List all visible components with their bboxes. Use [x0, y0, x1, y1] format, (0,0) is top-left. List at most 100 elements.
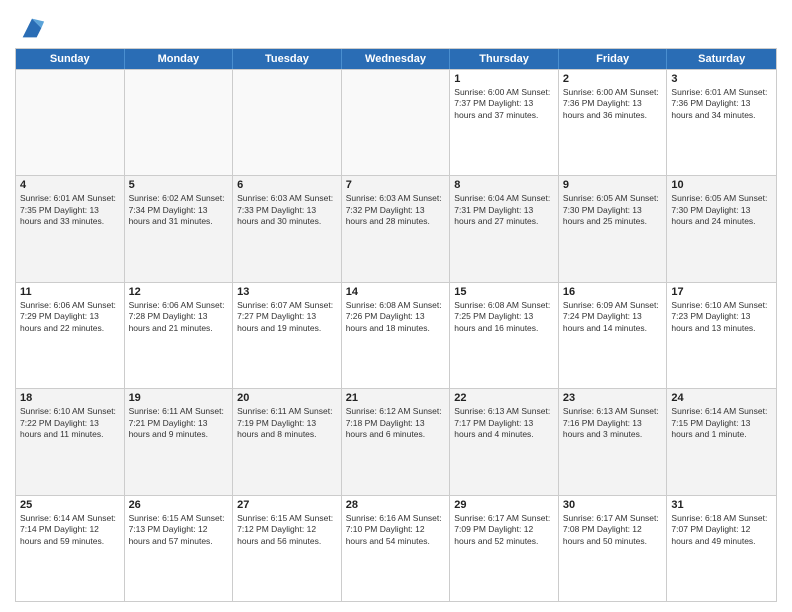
- day-number: 18: [20, 392, 120, 404]
- day-cell-3: 3 Sunrise: 6:01 AM Sunset: 7:36 PM Daylig…: [667, 70, 776, 175]
- day-cell-12: 12 Sunrise: 6:06 AM Sunset: 7:28 PM Dayli…: [125, 283, 234, 388]
- day-cell-8: 8 Sunrise: 6:04 AM Sunset: 7:31 PM Daylig…: [450, 176, 559, 281]
- day-number: 7: [346, 179, 446, 191]
- day-cell-26: 26 Sunrise: 6:15 AM Sunset: 7:13 PM Dayli…: [125, 496, 234, 601]
- calendar-week-5: 25 Sunrise: 6:14 AM Sunset: 7:14 PM Dayli…: [16, 495, 776, 601]
- empty-cell: [233, 70, 342, 175]
- calendar-week-3: 11Sunrise: 6:06 AM Sunset: 7:29 PM Dayli…: [16, 282, 776, 388]
- day-cell-15: 15 Sunrise: 6:08 AM Sunset: 7:25 PM Dayli…: [450, 283, 559, 388]
- day-number: 13: [237, 286, 337, 298]
- day-info: Sunrise: 6:13 AM Sunset: 7:17 PM Dayligh…: [454, 406, 554, 440]
- day-cell-17: 17 Sunrise: 6:10 AM Sunset: 7:23 PM Dayli…: [667, 283, 776, 388]
- day-cell-23: 23 Sunrise: 6:13 AM Sunset: 7:16 PM Dayli…: [559, 389, 668, 494]
- empty-cell: [342, 70, 451, 175]
- day-number: 26: [129, 499, 229, 511]
- day-cell-5: 5Sunrise: 6:02 AM Sunset: 7:34 PM Daylig…: [125, 176, 234, 281]
- day-cell-14: 14 Sunrise: 6:08 AM Sunset: 7:26 PM Dayli…: [342, 283, 451, 388]
- day-number: 16: [563, 286, 663, 298]
- calendar-week-2: 4 Sunrise: 6:01 AM Sunset: 7:35 PM Daylig…: [16, 175, 776, 281]
- day-number: 6: [237, 179, 337, 191]
- day-number: 1: [454, 73, 554, 85]
- day-info: Sunrise: 6:02 AM Sunset: 7:34 PM Dayligh…: [129, 193, 229, 227]
- calendar-week-1: 1 Sunrise: 6:00 AM Sunset: 7:37 PM Daylig…: [16, 69, 776, 175]
- header-monday: Monday: [125, 49, 234, 69]
- day-number: 15: [454, 286, 554, 298]
- empty-cell: [125, 70, 234, 175]
- day-info: Sunrise: 6:16 AM Sunset: 7:10 PM Dayligh…: [346, 513, 446, 547]
- day-cell-31: 31 Sunrise: 6:18 AM Sunset: 7:07 PM Dayli…: [667, 496, 776, 601]
- day-number: 12: [129, 286, 229, 298]
- day-cell-7: 7Sunrise: 6:03 AM Sunset: 7:32 PM Daylig…: [342, 176, 451, 281]
- day-info: Sunrise: 6:01 AM Sunset: 7:35 PM Dayligh…: [20, 193, 120, 227]
- day-number: 4: [20, 179, 120, 191]
- header: [15, 10, 777, 42]
- day-number: 31: [671, 499, 772, 511]
- day-cell-24: 24Sunrise: 6:14 AM Sunset: 7:15 PM Dayli…: [667, 389, 776, 494]
- day-number: 23: [563, 392, 663, 404]
- calendar-week-4: 18Sunrise: 6:10 AM Sunset: 7:22 PM Dayli…: [16, 388, 776, 494]
- day-info: Sunrise: 6:08 AM Sunset: 7:25 PM Dayligh…: [454, 300, 554, 334]
- day-number: 29: [454, 499, 554, 511]
- day-number: 14: [346, 286, 446, 298]
- day-number: 25: [20, 499, 120, 511]
- day-info: Sunrise: 6:12 AM Sunset: 7:18 PM Dayligh…: [346, 406, 446, 440]
- day-number: 22: [454, 392, 554, 404]
- day-cell-2: 2 Sunrise: 6:00 AM Sunset: 7:36 PM Daylig…: [559, 70, 668, 175]
- day-info: Sunrise: 6:17 AM Sunset: 7:08 PM Dayligh…: [563, 513, 663, 547]
- day-cell-13: 13 Sunrise: 6:07 AM Sunset: 7:27 PM Dayli…: [233, 283, 342, 388]
- logo-icon: [18, 14, 46, 42]
- day-number: 3: [671, 73, 772, 85]
- day-info: Sunrise: 6:06 AM Sunset: 7:29 PM Dayligh…: [20, 300, 120, 334]
- header-sunday: Sunday: [16, 49, 125, 69]
- day-cell-27: 27 Sunrise: 6:15 AM Sunset: 7:12 PM Dayli…: [233, 496, 342, 601]
- day-cell-18: 18Sunrise: 6:10 AM Sunset: 7:22 PM Dayli…: [16, 389, 125, 494]
- day-info: Sunrise: 6:10 AM Sunset: 7:23 PM Dayligh…: [671, 300, 772, 334]
- empty-cell: [16, 70, 125, 175]
- day-info: Sunrise: 6:14 AM Sunset: 7:14 PM Dayligh…: [20, 513, 120, 547]
- header-thursday: Thursday: [450, 49, 559, 69]
- header-tuesday: Tuesday: [233, 49, 342, 69]
- day-number: 20: [237, 392, 337, 404]
- day-info: Sunrise: 6:07 AM Sunset: 7:27 PM Dayligh…: [237, 300, 337, 334]
- header-wednesday: Wednesday: [342, 49, 451, 69]
- day-number: 30: [563, 499, 663, 511]
- calendar-body: 1 Sunrise: 6:00 AM Sunset: 7:37 PM Daylig…: [16, 69, 776, 601]
- day-info: Sunrise: 6:15 AM Sunset: 7:12 PM Dayligh…: [237, 513, 337, 547]
- header-saturday: Saturday: [667, 49, 776, 69]
- day-info: Sunrise: 6:04 AM Sunset: 7:31 PM Dayligh…: [454, 193, 554, 227]
- day-cell-10: 10Sunrise: 6:05 AM Sunset: 7:30 PM Dayli…: [667, 176, 776, 281]
- day-info: Sunrise: 6:03 AM Sunset: 7:33 PM Dayligh…: [237, 193, 337, 227]
- day-cell-29: 29Sunrise: 6:17 AM Sunset: 7:09 PM Dayli…: [450, 496, 559, 601]
- day-number: 17: [671, 286, 772, 298]
- day-cell-9: 9 Sunrise: 6:05 AM Sunset: 7:30 PM Daylig…: [559, 176, 668, 281]
- day-info: Sunrise: 6:06 AM Sunset: 7:28 PM Dayligh…: [129, 300, 229, 334]
- day-info: Sunrise: 6:11 AM Sunset: 7:19 PM Dayligh…: [237, 406, 337, 440]
- day-info: Sunrise: 6:01 AM Sunset: 7:36 PM Dayligh…: [671, 87, 772, 121]
- header-friday: Friday: [559, 49, 668, 69]
- day-info: Sunrise: 6:05 AM Sunset: 7:30 PM Dayligh…: [563, 193, 663, 227]
- day-cell-1: 1 Sunrise: 6:00 AM Sunset: 7:37 PM Daylig…: [450, 70, 559, 175]
- day-cell-6: 6 Sunrise: 6:03 AM Sunset: 7:33 PM Daylig…: [233, 176, 342, 281]
- day-number: 2: [563, 73, 663, 85]
- day-number: 27: [237, 499, 337, 511]
- day-info: Sunrise: 6:00 AM Sunset: 7:37 PM Dayligh…: [454, 87, 554, 121]
- day-info: Sunrise: 6:05 AM Sunset: 7:30 PM Dayligh…: [671, 193, 772, 227]
- day-cell-19: 19Sunrise: 6:11 AM Sunset: 7:21 PM Dayli…: [125, 389, 234, 494]
- day-info: Sunrise: 6:09 AM Sunset: 7:24 PM Dayligh…: [563, 300, 663, 334]
- day-cell-28: 28Sunrise: 6:16 AM Sunset: 7:10 PM Dayli…: [342, 496, 451, 601]
- day-info: Sunrise: 6:08 AM Sunset: 7:26 PM Dayligh…: [346, 300, 446, 334]
- day-number: 9: [563, 179, 663, 191]
- day-info: Sunrise: 6:00 AM Sunset: 7:36 PM Dayligh…: [563, 87, 663, 121]
- day-cell-4: 4 Sunrise: 6:01 AM Sunset: 7:35 PM Daylig…: [16, 176, 125, 281]
- day-cell-16: 16 Sunrise: 6:09 AM Sunset: 7:24 PM Dayli…: [559, 283, 668, 388]
- day-cell-30: 30 Sunrise: 6:17 AM Sunset: 7:08 PM Dayli…: [559, 496, 668, 601]
- page: Sunday Monday Tuesday Wednesday Thursday…: [0, 0, 792, 612]
- day-info: Sunrise: 6:14 AM Sunset: 7:15 PM Dayligh…: [671, 406, 772, 440]
- day-number: 21: [346, 392, 446, 404]
- day-cell-25: 25 Sunrise: 6:14 AM Sunset: 7:14 PM Dayli…: [16, 496, 125, 601]
- day-info: Sunrise: 6:13 AM Sunset: 7:16 PM Dayligh…: [563, 406, 663, 440]
- day-cell-11: 11Sunrise: 6:06 AM Sunset: 7:29 PM Dayli…: [16, 283, 125, 388]
- day-info: Sunrise: 6:18 AM Sunset: 7:07 PM Dayligh…: [671, 513, 772, 547]
- day-info: Sunrise: 6:15 AM Sunset: 7:13 PM Dayligh…: [129, 513, 229, 547]
- day-number: 8: [454, 179, 554, 191]
